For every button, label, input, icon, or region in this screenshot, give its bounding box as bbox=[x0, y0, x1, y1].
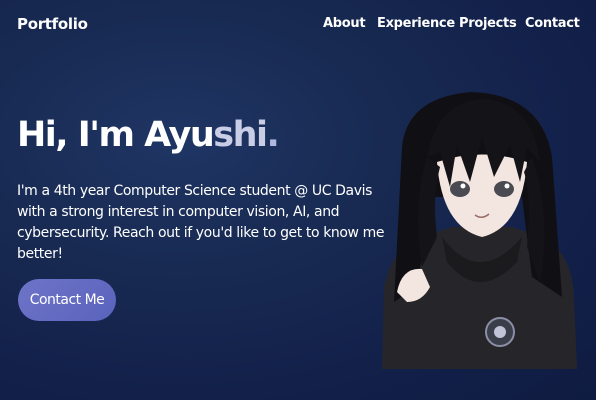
navbar: Portfolio About Experience Projects Cont… bbox=[0, 0, 596, 50]
nav-link-about[interactable]: About bbox=[323, 16, 366, 31]
hero-title-dot: . bbox=[266, 115, 279, 155]
left-eye-shape bbox=[450, 181, 470, 197]
emblem-center-shape bbox=[494, 326, 506, 338]
nav-link-projects[interactable]: Projects bbox=[459, 16, 517, 31]
nav-links: About Experience Projects Contact bbox=[0, 16, 596, 36]
left-eye-shine-shape bbox=[460, 183, 466, 189]
hero-title-highlight: shi bbox=[213, 115, 268, 155]
nav-link-contact[interactable]: Contact bbox=[525, 16, 580, 31]
anime-portrait-image bbox=[382, 87, 577, 369]
hero-title-prefix: Hi, I'm Ayu bbox=[17, 115, 215, 155]
anime-portrait-icon bbox=[382, 92, 577, 369]
contact-me-button[interactable]: Contact Me bbox=[18, 279, 116, 321]
right-eye-shape bbox=[494, 181, 514, 197]
right-eye-shine-shape bbox=[504, 183, 510, 189]
hero-title: Hi, I'm Ayushi. bbox=[17, 112, 280, 158]
nav-link-experience[interactable]: Experience bbox=[377, 16, 455, 31]
hero-description: I'm a 4th year Computer Science student … bbox=[17, 183, 385, 262]
